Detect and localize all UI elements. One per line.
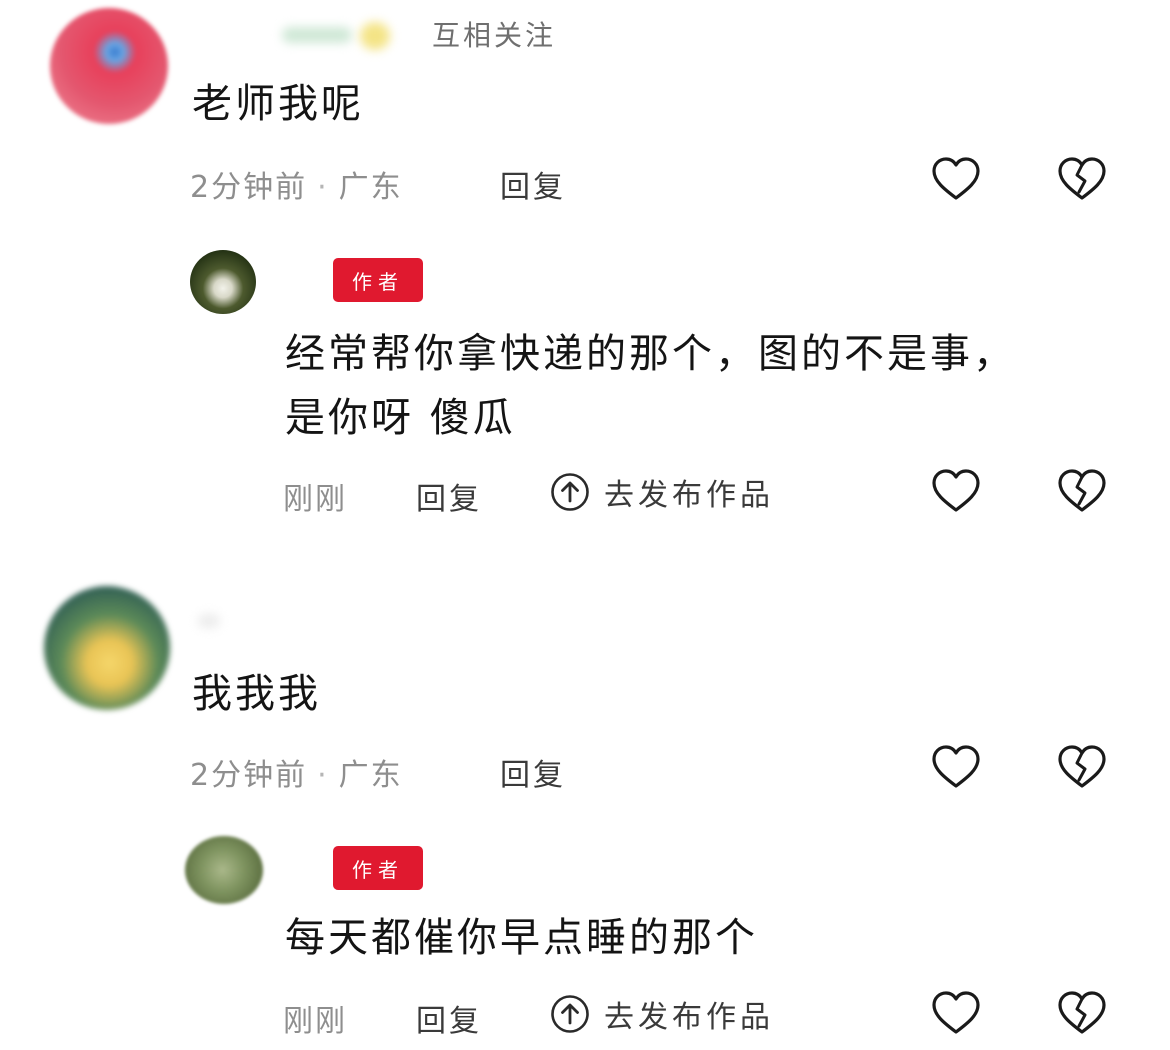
broken-heart-icon[interactable]	[1056, 988, 1108, 1040]
publish-work-link[interactable]: 去发布作品	[550, 992, 774, 1036]
commenter-avatar[interactable]	[50, 8, 168, 124]
reply-text-line: 经常帮你拿快递的那个，图的不是事，	[285, 331, 1016, 377]
reply-time: 刚刚	[283, 482, 347, 517]
reply-time: 刚刚	[283, 1004, 347, 1039]
comment-time: 2分钟前	[190, 170, 308, 205]
comment-meta: 2分钟前 · 广东	[190, 170, 403, 205]
author-badge: 作者	[333, 258, 423, 302]
heart-outline-icon[interactable]	[930, 466, 982, 518]
username-blurred[interactable]	[282, 27, 352, 43]
mutual-follow-tag: 互相关注	[432, 19, 557, 52]
author-reply-text: 经常帮你拿快递的那个，图的不是事， 是你呀 傻瓜	[285, 322, 1085, 450]
comment-text: 我我我	[192, 671, 321, 717]
reply-button[interactable]: 回复	[416, 474, 482, 518]
broken-heart-icon[interactable]	[1056, 466, 1108, 518]
comment-time: 2分钟前	[190, 758, 308, 793]
heart-outline-icon[interactable]	[930, 988, 982, 1040]
reply-text-line: 是你呀 傻瓜	[285, 395, 516, 441]
commenter-avatar[interactable]	[44, 586, 170, 710]
arrow-up-circle-icon	[551, 473, 589, 511]
publish-work-link[interactable]: 去发布作品	[550, 470, 774, 514]
author-avatar[interactable]	[185, 836, 263, 904]
username-blurred[interactable]	[198, 614, 220, 628]
broken-heart-icon[interactable]	[1056, 154, 1108, 206]
comment-location: 广东	[338, 170, 403, 205]
comment-location: 广东	[338, 758, 403, 793]
reply-button[interactable]: 回复	[500, 750, 566, 794]
publish-work-label: 去发布作品	[604, 1000, 774, 1035]
reply-button[interactable]: 回复	[500, 162, 566, 206]
username-emoji-blurred	[360, 22, 390, 50]
broken-heart-icon[interactable]	[1056, 742, 1108, 794]
heart-outline-icon[interactable]	[930, 742, 982, 794]
arrow-up-circle-icon	[551, 995, 589, 1033]
author-badge: 作者	[333, 846, 423, 890]
author-avatar[interactable]	[190, 250, 256, 314]
publish-work-label: 去发布作品	[604, 478, 774, 513]
heart-outline-icon[interactable]	[930, 154, 982, 206]
comment-meta: 2分钟前 · 广东	[190, 758, 403, 793]
author-reply-text: 每天都催你早点睡的那个	[285, 915, 758, 961]
comment-text: 老师我呢	[192, 81, 364, 127]
reply-button[interactable]: 回复	[416, 996, 482, 1040]
